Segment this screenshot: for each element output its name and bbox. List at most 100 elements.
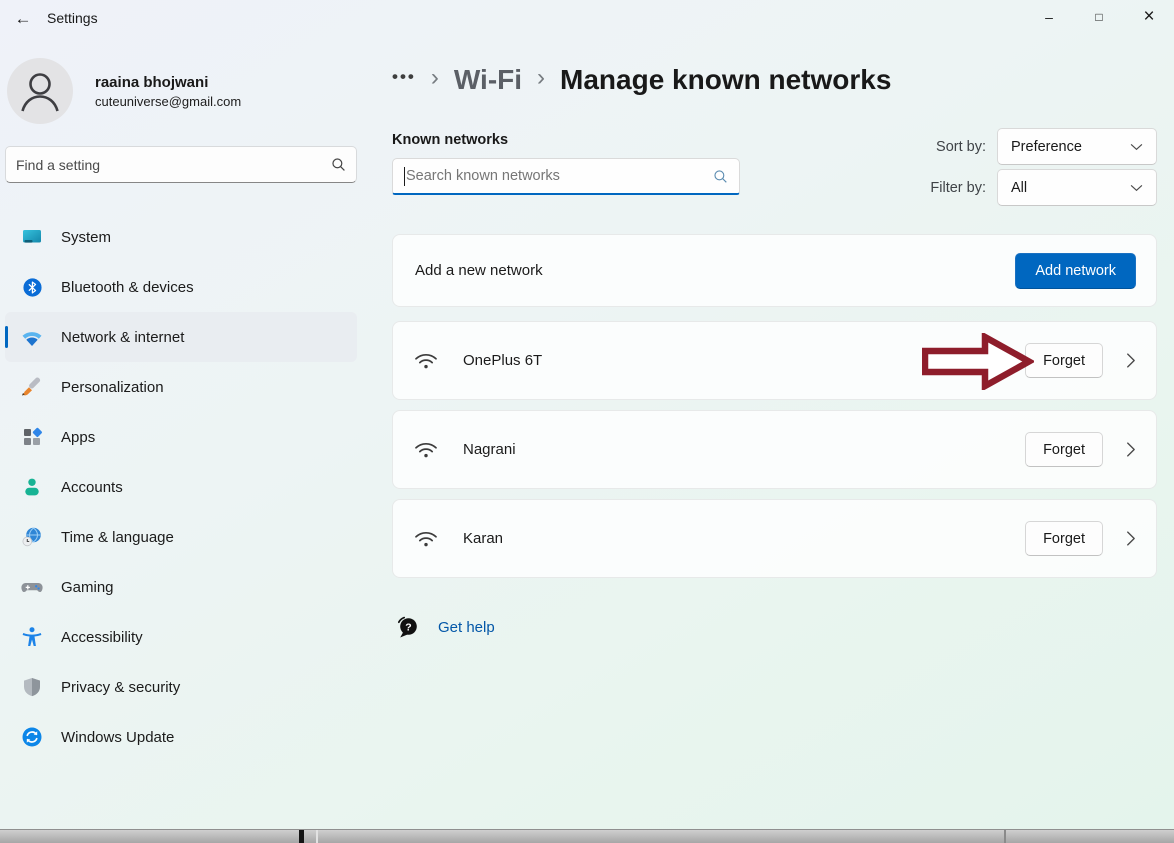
sort-by-label: Sort by:: [936, 139, 986, 155]
sidebar-item-gaming[interactable]: Gaming: [5, 562, 357, 612]
svg-text:?: ?: [405, 621, 411, 633]
find-setting-input[interactable]: [16, 157, 331, 173]
chevron-right-icon: [1125, 351, 1136, 370]
sidebar-item-label: Privacy & security: [61, 679, 180, 696]
sidebar-item-label: System: [61, 229, 111, 246]
taskbar-divider: [316, 830, 318, 843]
user-name: raaina bhojwani: [95, 74, 241, 91]
filter-by-value: All: [1011, 180, 1027, 196]
add-network-label: Add a new network: [413, 262, 543, 279]
privacy-security-icon: [20, 675, 44, 699]
system-icon: [20, 225, 44, 249]
user-email: cuteuniverse@gmail.com: [95, 94, 241, 109]
chevron-right-icon: ›: [537, 64, 545, 96]
maximize-button[interactable]: □: [1074, 0, 1124, 34]
time-language-icon: [20, 525, 44, 549]
sidebar-item-windows-update[interactable]: Windows Update: [5, 712, 357, 762]
text-caret: [404, 167, 405, 186]
network-name: Karan: [463, 530, 503, 547]
breadcrumb: ••• › Wi-Fi › Manage known networks: [392, 58, 1157, 102]
sort-by-dropdown[interactable]: Preference: [997, 128, 1157, 165]
network-row-oneplus-6t[interactable]: OnePlus 6T Forget: [392, 321, 1157, 400]
sidebar-item-label: Network & internet: [61, 329, 184, 346]
sort-by-value: Preference: [1011, 139, 1082, 155]
sidebar-search-box[interactable]: [5, 146, 357, 183]
sidebar-item-label: Time & language: [61, 529, 174, 546]
network-name: OnePlus 6T: [463, 352, 542, 369]
sidebar-item-bluetooth-devices[interactable]: Bluetooth & devices: [5, 262, 357, 312]
chevron-down-icon: [1130, 184, 1143, 192]
bluetooth-icon: [20, 275, 44, 299]
sidebar-item-time-language[interactable]: Time & language: [5, 512, 357, 562]
windows-update-icon: [20, 725, 44, 749]
apps-icon: [20, 425, 44, 449]
titlebar: ← Settings – □ ×: [0, 0, 1174, 40]
sidebar-item-label: Windows Update: [61, 729, 174, 746]
network-name: Nagrani: [463, 441, 516, 458]
gaming-icon: [20, 575, 44, 599]
wifi-icon: [413, 526, 439, 552]
sidebar-nav: System Bluetooth & devices Network & int…: [5, 212, 357, 762]
sidebar-item-apps[interactable]: Apps: [5, 412, 357, 462]
network-search-box[interactable]: [392, 158, 740, 195]
sidebar-item-label: Bluetooth & devices: [61, 279, 194, 296]
sidebar-item-accessibility[interactable]: Accessibility: [5, 612, 357, 662]
network-row-nagrani[interactable]: Nagrani Forget: [392, 410, 1157, 489]
sidebar-item-network-internet[interactable]: Network & internet: [5, 312, 357, 362]
expand-row-button[interactable]: [1125, 440, 1136, 459]
avatar: [7, 58, 73, 124]
breadcrumb-ellipsis-button[interactable]: •••: [392, 67, 416, 93]
get-help-icon: ?: [394, 614, 420, 641]
filter-by-dropdown[interactable]: All: [997, 169, 1157, 206]
network-icon: [20, 325, 44, 349]
minimize-button[interactable]: –: [1024, 0, 1074, 34]
minimize-icon: –: [1045, 9, 1053, 25]
person-icon: [7, 58, 73, 124]
main-content: ••• › Wi-Fi › Manage known networks Know…: [392, 40, 1157, 641]
wifi-icon: [413, 348, 439, 374]
sidebar-item-label: Accessibility: [61, 629, 143, 646]
personalization-icon: [20, 375, 44, 399]
add-network-button[interactable]: Add network: [1015, 253, 1136, 289]
close-button[interactable]: ×: [1124, 0, 1174, 34]
expand-row-button[interactable]: [1125, 351, 1136, 370]
sidebar-item-personalization[interactable]: Personalization: [5, 362, 357, 412]
taskbar-divider: [1004, 830, 1006, 843]
back-icon: ←: [15, 9, 32, 29]
taskbar-mark: [299, 830, 304, 843]
forget-button[interactable]: Forget: [1025, 521, 1103, 556]
accounts-icon: [20, 475, 44, 499]
chevron-right-icon: ›: [431, 64, 439, 96]
maximize-icon: □: [1095, 10, 1102, 24]
sidebar-item-label: Apps: [61, 429, 95, 446]
sidebar-item-label: Personalization: [61, 379, 164, 396]
sidebar-item-accounts[interactable]: Accounts: [5, 462, 357, 512]
sidebar-item-label: Gaming: [61, 579, 114, 596]
breadcrumb-wifi-link[interactable]: Wi-Fi: [454, 64, 522, 96]
window-title: Settings: [47, 10, 98, 26]
wifi-icon: [413, 437, 439, 463]
accessibility-icon: [20, 625, 44, 649]
sidebar: raaina bhojwani cuteuniverse@gmail.com S…: [0, 40, 362, 823]
sidebar-item-system[interactable]: System: [5, 212, 357, 262]
settings-window: ← Settings – □ × raaina bhojwani cuteuni…: [0, 0, 1174, 843]
user-account[interactable]: raaina bhojwani cuteuniverse@gmail.com: [7, 58, 357, 124]
annotation-arrow: [922, 333, 1034, 390]
close-icon: ×: [1143, 6, 1154, 28]
add-network-row: Add a new network Add network: [392, 234, 1157, 307]
page-title: Manage known networks: [560, 64, 891, 96]
expand-row-button[interactable]: [1125, 529, 1136, 548]
sidebar-item-label: Accounts: [61, 479, 123, 496]
forget-button[interactable]: Forget: [1025, 343, 1103, 378]
forget-button[interactable]: Forget: [1025, 432, 1103, 467]
filter-by-label: Filter by:: [930, 180, 986, 196]
search-known-networks-input[interactable]: [406, 168, 713, 184]
sidebar-item-privacy-security[interactable]: Privacy & security: [5, 662, 357, 712]
back-button[interactable]: ←: [6, 5, 40, 33]
window-controls: – □ ×: [1024, 0, 1174, 34]
chevron-down-icon: [1130, 143, 1143, 151]
chevron-right-icon: [1125, 529, 1136, 548]
get-help-link[interactable]: Get help: [438, 619, 495, 636]
chevron-right-icon: [1125, 440, 1136, 459]
network-row-karan[interactable]: Karan Forget: [392, 499, 1157, 578]
